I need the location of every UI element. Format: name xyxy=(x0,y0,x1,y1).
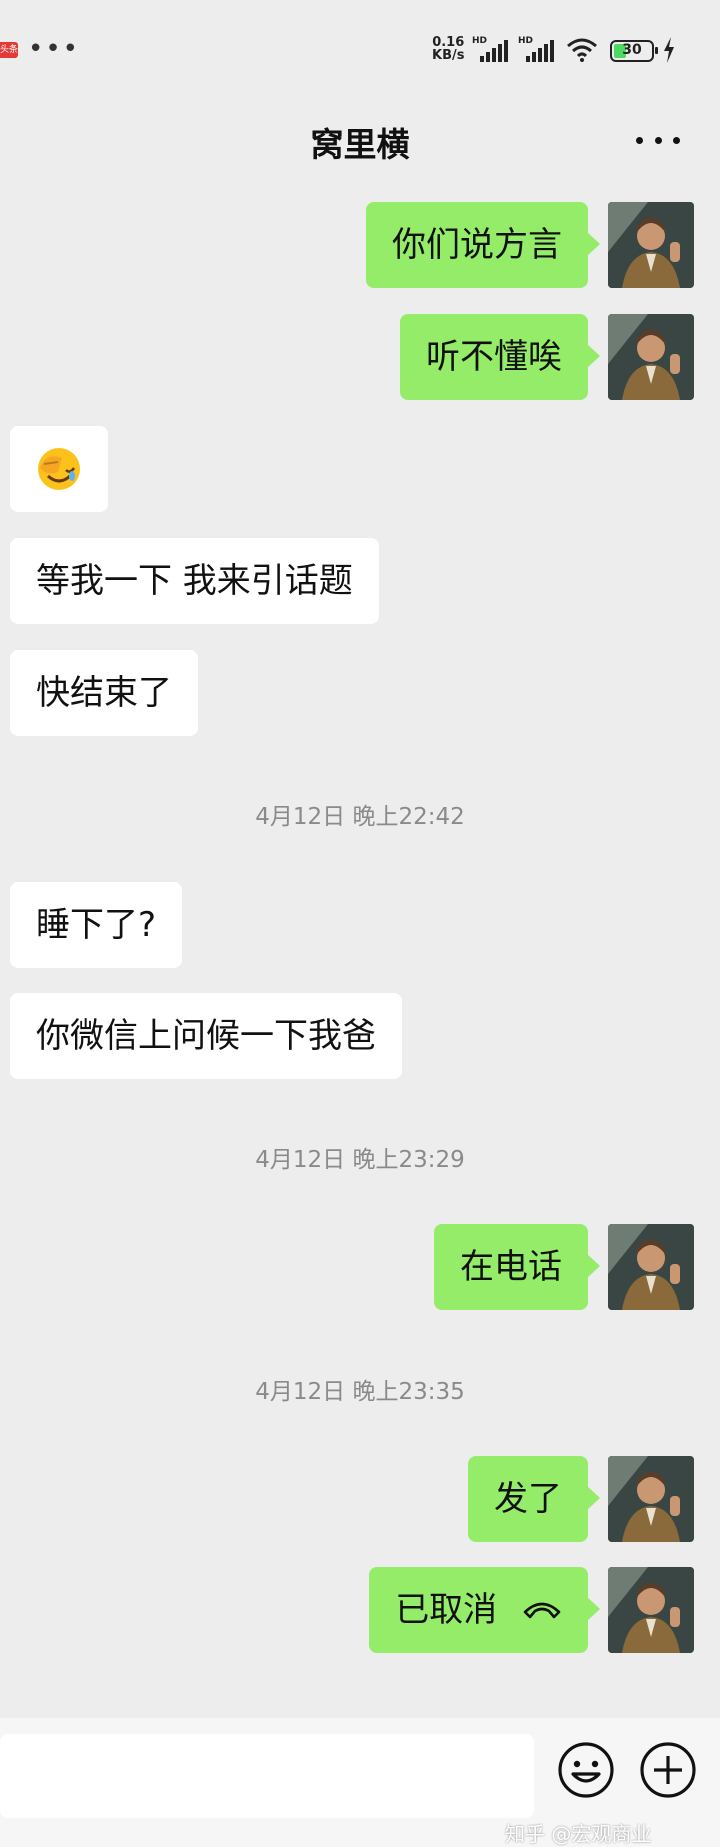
outgoing-message[interactable]: 在电话 xyxy=(434,1224,600,1310)
hang-up-icon xyxy=(523,1602,561,1618)
chat-screen: 头条 ••• 0.16 KB/s HD HD 30 窝里横 你们说方言 听不懂唉… xyxy=(0,0,720,1847)
input-bar: 知乎 @宏观商业 xyxy=(0,1718,720,1847)
notification-more-indicator: ••• xyxy=(28,34,81,64)
incoming-message[interactable]: 你微信上问候一下我爸 xyxy=(10,993,402,1079)
incoming-message[interactable]: 睡下了? xyxy=(10,882,183,968)
avatar[interactable] xyxy=(608,1567,694,1653)
outgoing-call-message[interactable]: 已取消 xyxy=(369,1567,600,1653)
outgoing-message[interactable]: 发了 xyxy=(468,1456,600,1542)
watermark: 知乎 @宏观商业 xyxy=(505,1822,652,1846)
incoming-emoji-message[interactable] xyxy=(10,426,108,512)
outgoing-message[interactable]: 听不懂唉 xyxy=(400,314,600,400)
avatar[interactable] xyxy=(608,1456,694,1542)
battery-icon: 30 xyxy=(610,40,658,62)
signal-icon: HD xyxy=(472,36,512,64)
more-icon[interactable] xyxy=(636,126,680,154)
chat-header: 窝里横 xyxy=(0,100,720,184)
charging-icon xyxy=(662,36,676,64)
avatar[interactable] xyxy=(608,314,694,400)
wifi-icon xyxy=(566,38,598,62)
plus-icon[interactable] xyxy=(638,1740,698,1800)
avatar[interactable] xyxy=(608,1224,694,1310)
signal-hd-label: HD xyxy=(472,36,488,46)
battery-level: 30 xyxy=(622,42,642,58)
signal-icon: HD xyxy=(518,36,558,64)
call-status-label: 已取消 xyxy=(395,1590,498,1630)
app-badge: 头条 xyxy=(0,42,18,58)
network-speed-unit: KB/s xyxy=(432,48,465,63)
message-timestamp: 4月12日 晚上22:42 xyxy=(255,804,465,830)
message-timestamp: 4月12日 晚上23:35 xyxy=(255,1379,465,1405)
status-bar: 头条 ••• 0.16 KB/s HD HD 30 xyxy=(0,0,720,100)
incoming-message[interactable]: 快结束了 xyxy=(10,650,198,736)
chat-title: 窝里横 xyxy=(310,125,410,164)
avatar[interactable] xyxy=(608,202,694,288)
outgoing-message[interactable]: 你们说方言 xyxy=(366,202,600,288)
message-timestamp: 4月12日 晚上23:29 xyxy=(255,1147,465,1173)
signal-hd-label: HD xyxy=(518,36,534,46)
message-input[interactable] xyxy=(0,1734,534,1818)
network-speed: 0.16 KB/s xyxy=(432,36,464,62)
face-with-hand-over-eyes-laughing-icon xyxy=(38,448,80,490)
emoji-icon[interactable] xyxy=(556,1740,616,1800)
incoming-message[interactable]: 等我一下 我来引话题 xyxy=(10,538,379,624)
